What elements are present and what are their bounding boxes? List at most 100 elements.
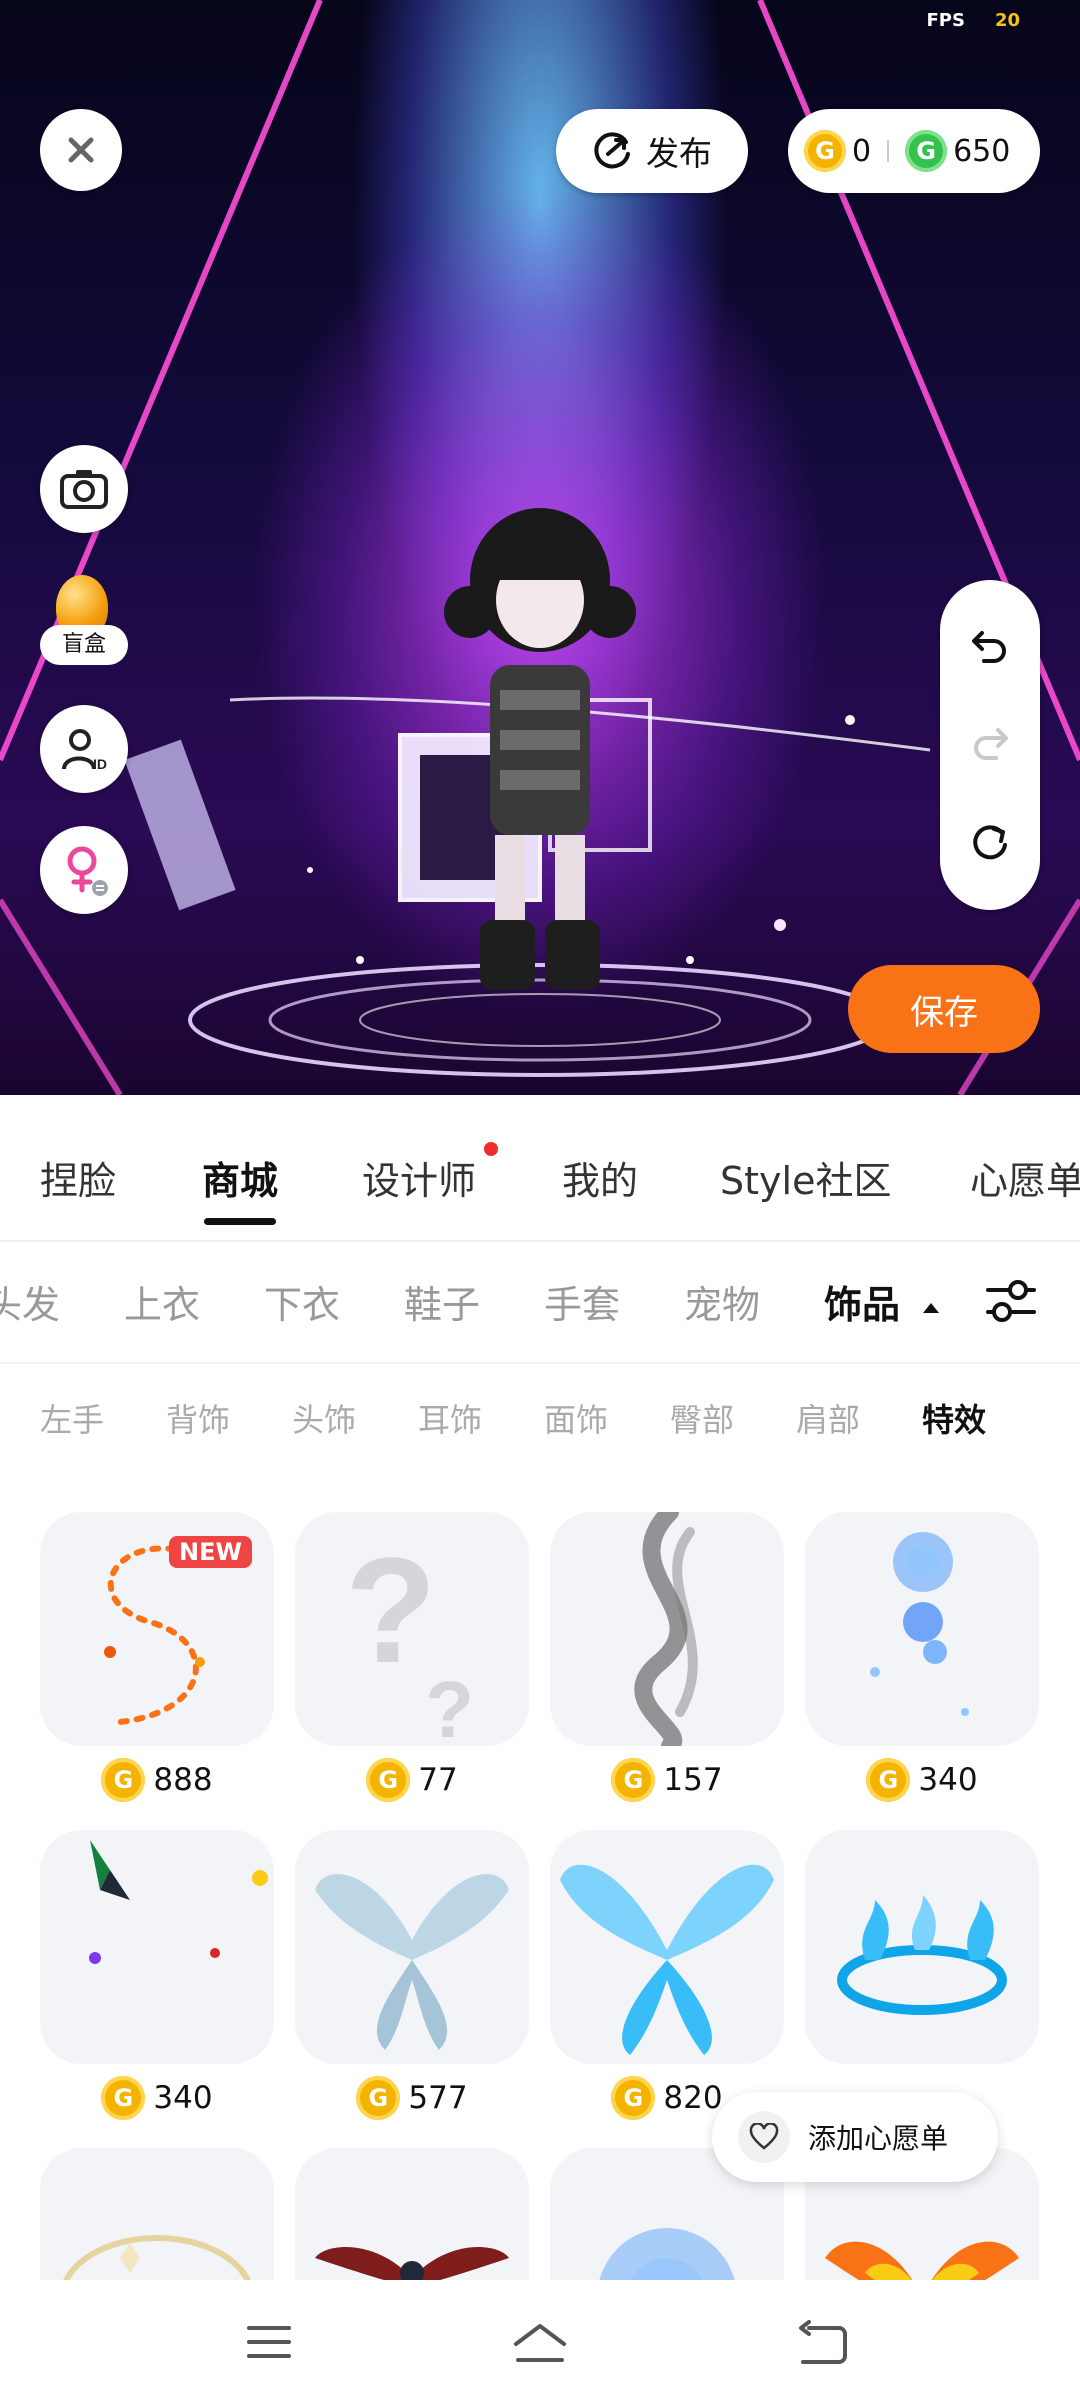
currency-divider xyxy=(887,140,890,162)
dark-wings-effect-icon xyxy=(315,2246,509,2280)
close-button[interactable] xyxy=(40,109,122,191)
close-icon xyxy=(68,137,94,163)
tab-mine[interactable]: 我的 xyxy=(562,1150,638,1205)
camera-icon xyxy=(60,470,108,509)
designer-notification-dot xyxy=(484,1142,498,1156)
item-card[interactable] xyxy=(550,1512,784,1746)
subcategory-head[interactable]: 头饰 xyxy=(292,1395,356,1441)
new-badge: NEW xyxy=(169,1536,252,1568)
wishlist-label: 添加心愿单 xyxy=(808,2122,949,2155)
category-pets[interactable]: 宠物 xyxy=(684,1274,760,1329)
category-tops[interactable]: 上衣 xyxy=(124,1274,200,1329)
tab-face[interactable]: 捏脸 xyxy=(40,1150,116,1205)
price-value: 888 xyxy=(153,1762,213,1798)
avatar-id-button[interactable]: ID xyxy=(40,705,128,793)
gold-coin-icon: G xyxy=(611,2076,656,2120)
item-price: G 888 xyxy=(40,1758,274,1802)
reset-icon[interactable] xyxy=(970,823,1010,863)
item-card[interactable] xyxy=(295,2148,529,2280)
category-accessories-label: 饰品 xyxy=(824,1283,901,1327)
main-tabs: 捏脸 商城 设计师 我的 Style社区 心愿单 xyxy=(0,1095,1080,1242)
back-icon[interactable] xyxy=(795,2320,849,2368)
svg-text:?: ? xyxy=(345,1526,437,1694)
item-price: G 340 xyxy=(805,1758,1039,1802)
menu-icon[interactable] xyxy=(245,2320,293,2364)
green-coin-icon: G xyxy=(905,130,948,172)
category-accessories[interactable]: 饰品 xyxy=(824,1274,941,1329)
avatar-scene[interactable]: FPS 20 发布 G 0 G 650 盲盒 ID 保存 xyxy=(0,0,1080,1095)
subcategory-shoulder[interactable]: 肩部 xyxy=(796,1395,860,1441)
tab-style-community[interactable]: Style社区 xyxy=(720,1150,891,1205)
gender-switch-button[interactable] xyxy=(40,826,128,914)
gold-coin-icon: G xyxy=(366,1758,411,1802)
golden-halo-effect-icon xyxy=(63,2235,251,2280)
subcategory-back[interactable]: 背饰 xyxy=(166,1395,230,1441)
item-card[interactable] xyxy=(40,1830,274,2064)
caret-up-icon xyxy=(923,1302,940,1313)
gold-coin-icon: G xyxy=(101,2076,146,2120)
tab-mall[interactable]: 商城 xyxy=(202,1150,278,1205)
gold-coin-icon: G xyxy=(866,1758,911,1802)
subcategory-ear[interactable]: 耳饰 xyxy=(418,1395,482,1441)
publish-label: 发布 xyxy=(646,134,712,173)
price-value: 157 xyxy=(663,1762,723,1798)
item-card[interactable] xyxy=(805,1830,1039,2064)
user-id-icon: ID xyxy=(62,729,107,772)
blue-flame-circle-effect-icon xyxy=(837,1895,1007,2015)
publish-icon xyxy=(594,132,630,169)
butterfly-effect-icon xyxy=(89,1840,268,1964)
save-button[interactable]: 保存 xyxy=(848,965,1040,1053)
price-value: 77 xyxy=(418,1762,458,1798)
item-card[interactable] xyxy=(40,2148,274,2280)
category-hair[interactable]: 头发 xyxy=(0,1274,60,1329)
item-price: G 340 xyxy=(40,2076,274,2120)
gold-coin-icon: G xyxy=(356,2076,401,2120)
home-icon[interactable] xyxy=(510,2320,570,2370)
item-price: G 577 xyxy=(295,2076,529,2120)
fps-label: FPS xyxy=(926,10,965,31)
subcategory-hip[interactable]: 臀部 xyxy=(670,1395,734,1441)
gold-coin-icon: G xyxy=(804,130,846,172)
item-card[interactable] xyxy=(550,1830,784,2064)
item-price: G 77 xyxy=(295,1758,529,1802)
item-card[interactable] xyxy=(295,1830,529,2064)
tab-designer[interactable]: 设计师 xyxy=(362,1150,476,1205)
blind-box-button[interactable]: 盲盒 xyxy=(40,575,128,671)
category-gloves[interactable]: 手套 xyxy=(544,1274,620,1329)
subcategory-face[interactable]: 面饰 xyxy=(544,1395,608,1441)
smoke-effect-icon xyxy=(634,1512,698,1746)
filter-icon[interactable] xyxy=(984,1276,1038,1326)
subcategory-bar: 左手 背饰 头饰 耳饰 面饰 臀部 肩部 特效 xyxy=(0,1365,1080,1465)
subcategory-left-hand[interactable]: 左手 xyxy=(40,1395,104,1441)
add-to-wishlist-button[interactable]: 添加心愿单 xyxy=(712,2092,998,2182)
redo-icon[interactable] xyxy=(970,722,1010,762)
category-shoes[interactable]: 鞋子 xyxy=(404,1274,480,1329)
category-bottoms[interactable]: 下衣 xyxy=(264,1274,340,1329)
history-controls xyxy=(940,580,1040,910)
category-bar: 头发 上衣 下衣 鞋子 手套 宠物 饰品 xyxy=(0,1242,1080,1364)
blue-orb-effect-icon xyxy=(870,1532,969,1716)
fps-counter: FPS 20 xyxy=(926,10,1020,31)
svg-text:?: ? xyxy=(425,1665,474,1746)
publish-button[interactable]: 发布 xyxy=(556,109,748,193)
gold-coin-icon: G xyxy=(611,1758,656,1802)
fps-value: 20 xyxy=(994,10,1020,31)
heart-icon xyxy=(749,2123,779,2150)
currency-balance[interactable]: G 0 G 650 xyxy=(788,109,1040,193)
female-gender-icon xyxy=(67,846,108,896)
item-card[interactable]: NEW xyxy=(40,1512,274,1746)
item-card[interactable]: ? ? xyxy=(295,1512,529,1746)
gold-coin-icon: G xyxy=(101,1758,146,1802)
svg-text:ID: ID xyxy=(93,756,107,772)
item-price: G 157 xyxy=(550,1758,784,1802)
price-value: 577 xyxy=(408,2080,468,2116)
heart-icon-wrap xyxy=(738,2111,790,2163)
item-card[interactable] xyxy=(805,1512,1039,1746)
subcategory-effects[interactable]: 特效 xyxy=(922,1395,986,1441)
tab-wishlist[interactable]: 心愿单 xyxy=(970,1150,1080,1205)
undo-icon[interactable] xyxy=(970,625,1010,665)
question-mark-placeholder-icon: ? ? xyxy=(345,1526,474,1746)
camera-button[interactable] xyxy=(40,445,128,533)
green-coin-value: 650 xyxy=(953,133,1011,169)
ice-wings-effect-icon xyxy=(315,1874,509,2050)
